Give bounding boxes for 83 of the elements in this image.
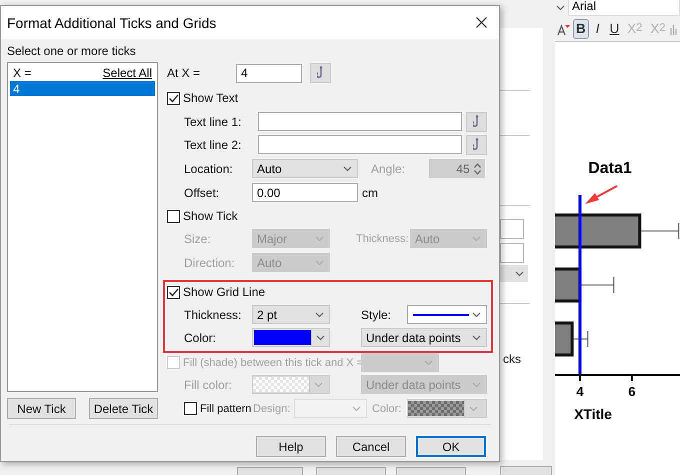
field-label: Color: bbox=[372, 402, 402, 414]
tick-label: 4 bbox=[576, 384, 584, 399]
field-label: Fill color: bbox=[184, 378, 232, 392]
list-header: X = bbox=[13, 66, 32, 80]
pick-button[interactable] bbox=[466, 134, 487, 154]
list-item[interactable]: 4 bbox=[10, 81, 155, 96]
caret-icon bbox=[343, 166, 352, 172]
caret-icon bbox=[316, 334, 326, 340]
dropdown[interactable]: Under data points bbox=[361, 328, 487, 347]
checkbox-label: Show Tick bbox=[183, 209, 238, 223]
dropdown[interactable]: Auto bbox=[252, 159, 358, 178]
caret-icon bbox=[472, 236, 481, 242]
field-label: At X = bbox=[167, 66, 200, 80]
caret-icon bbox=[556, 4, 564, 10]
hook-icon bbox=[472, 114, 480, 128]
hook-icon bbox=[316, 66, 324, 80]
caret-icon bbox=[315, 312, 324, 318]
caret-icon bbox=[472, 382, 481, 388]
axis-title: XTitle bbox=[574, 406, 612, 422]
close-icon[interactable] bbox=[476, 17, 487, 28]
input-field[interactable] bbox=[258, 135, 462, 154]
checkbox-label: Show Grid Line bbox=[183, 285, 266, 299]
caret-icon bbox=[472, 312, 481, 318]
input-field bbox=[500, 219, 524, 239]
unit-label: cm bbox=[362, 186, 378, 200]
tick-label: 6 bbox=[628, 384, 636, 399]
tick-button[interactable]: New Tick bbox=[7, 398, 76, 419]
error-bar bbox=[580, 276, 614, 294]
field-label: Location: bbox=[184, 162, 233, 176]
caret-icon bbox=[315, 236, 324, 242]
dialog-button[interactable]: Cancel bbox=[336, 436, 406, 457]
format-button[interactable]: U bbox=[606, 19, 622, 39]
option-label: cks bbox=[503, 352, 521, 366]
chart-title: Data1 bbox=[588, 160, 632, 177]
line-style-dropdown[interactable] bbox=[407, 305, 487, 324]
checkbox-label: Fill pattern bbox=[200, 402, 252, 414]
caret-icon bbox=[352, 406, 361, 412]
caret-icon bbox=[472, 334, 481, 340]
caret-icon bbox=[515, 270, 524, 276]
color-dropdown[interactable] bbox=[252, 328, 330, 347]
field-label: Color: bbox=[184, 330, 216, 344]
checkbox[interactable] bbox=[167, 210, 180, 222]
input-field bbox=[500, 243, 524, 263]
checkbox[interactable] bbox=[167, 286, 180, 298]
tick-button[interactable]: Delete Tick bbox=[89, 398, 158, 419]
field-label: Text line 2: bbox=[184, 138, 242, 152]
pattern-swatch-icon bbox=[408, 401, 464, 416]
error-bar bbox=[640, 222, 680, 240]
caret-icon bbox=[314, 382, 323, 388]
field-label: Design: bbox=[253, 402, 290, 414]
caret-icon bbox=[315, 260, 324, 266]
caret-icon bbox=[424, 360, 433, 366]
field-label: Thickness: bbox=[356, 232, 409, 244]
checkbox[interactable] bbox=[167, 92, 180, 104]
pattern-swatch-icon bbox=[253, 377, 309, 392]
font-field[interactable]: Arial bbox=[568, 0, 680, 16]
spin-arrows-icon bbox=[474, 162, 481, 176]
field-label: Angle: bbox=[371, 162, 406, 176]
window-title: Format Additional Ticks and Grids bbox=[7, 14, 216, 30]
pick-button[interactable] bbox=[310, 63, 331, 83]
input-field[interactable]: 4 bbox=[236, 64, 302, 82]
list-caption: Select one or more ticks bbox=[7, 44, 137, 58]
format-button[interactable]: B bbox=[573, 19, 589, 39]
field-label: Size: bbox=[184, 232, 211, 246]
dialog-button[interactable]: OK bbox=[416, 436, 486, 457]
caret-icon bbox=[469, 406, 478, 412]
field-label: Thickness: bbox=[184, 308, 242, 322]
hook-icon bbox=[472, 138, 480, 152]
pick-button[interactable] bbox=[466, 112, 487, 132]
checkbox[interactable] bbox=[184, 402, 197, 415]
field-label: Offset: bbox=[184, 186, 220, 200]
error-bar bbox=[573, 330, 588, 348]
input-field[interactable] bbox=[258, 112, 462, 131]
field-label: Direction: bbox=[184, 256, 235, 270]
checkbox-label: Show Text bbox=[183, 91, 238, 105]
dialog-button[interactable]: Help bbox=[256, 436, 326, 457]
field-label: Style: bbox=[361, 308, 392, 322]
arrow bbox=[585, 185, 618, 204]
input-field[interactable]: 0.00 bbox=[252, 183, 358, 202]
select-all-link[interactable]: Select All bbox=[102, 66, 152, 80]
dropdown[interactable]: 2 pt bbox=[252, 305, 330, 324]
field-label: Text line 1: bbox=[184, 114, 242, 128]
format-button[interactable]: I bbox=[590, 19, 605, 39]
